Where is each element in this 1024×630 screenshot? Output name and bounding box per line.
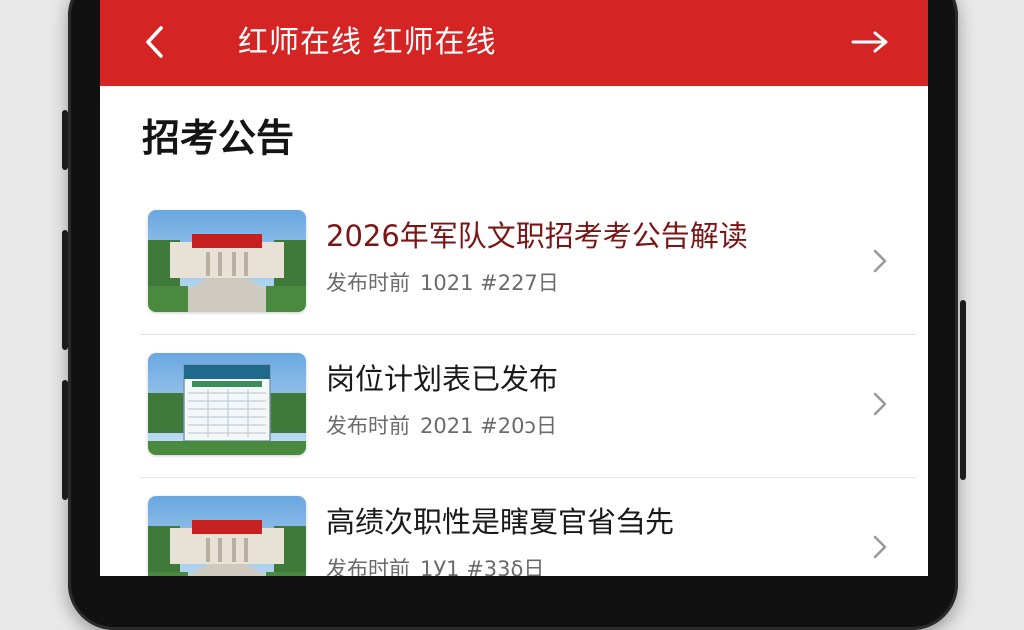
chevron-right-icon — [873, 249, 887, 273]
date-label: 发布时前 — [326, 557, 410, 576]
back-button[interactable] — [134, 22, 174, 62]
forward-button[interactable] — [846, 22, 894, 62]
announcement-list: 2026年军队文职招考考公告解读 发布时前 1021 #227日 岗位计划表已发… — [100, 192, 928, 576]
list-item[interactable]: 高绩次职性是瞎夏官省刍先 发布时前 1У1 #33δ日 — [100, 478, 928, 576]
app-screen: 红师在线 红师在线 招考公告 2026年军队文职招考考公告解读 发布时前 102… — [100, 0, 928, 576]
date-label: 发布时前 — [326, 271, 410, 295]
chevron-right-icon — [873, 392, 887, 416]
item-date: 发布时前 1У1 #33δ日 — [326, 554, 544, 576]
item-title: 2026年军队文职招考考公告解读 — [326, 219, 748, 253]
item-date: 发布时前 2021 #20ɔ日 — [326, 411, 557, 441]
thumbnail-image — [148, 210, 306, 312]
thumbnail-image — [148, 496, 306, 576]
phone-power-button — [960, 300, 966, 480]
list-item[interactable]: 2026年军队文职招考考公告解读 发布时前 1021 #227日 — [100, 192, 928, 335]
date-value: 1021 #227日 — [420, 271, 559, 295]
item-title: 岗位计划表已发布 — [326, 362, 559, 396]
app-title: 红师在线 红师在线 — [238, 25, 497, 60]
top-bar: 红师在线 红师在线 — [100, 0, 928, 86]
thumbnail-image — [148, 353, 306, 455]
item-date: 发布时前 1021 #227日 — [326, 268, 559, 298]
item-title: 高绩次职性是瞎夏官省刍先 — [326, 505, 675, 539]
arrow-right-icon — [851, 31, 888, 53]
date-label: 发布时前 — [326, 414, 410, 438]
phone-side-button — [62, 230, 68, 350]
chevron-right-icon — [873, 535, 887, 559]
phone-side-button — [62, 380, 68, 500]
chevron-left-icon — [146, 26, 163, 58]
date-value: 1У1 #33δ日 — [420, 557, 545, 576]
list-item[interactable]: 岗位计划表已发布 发布时前 2021 #20ɔ日 — [100, 335, 928, 478]
phone-side-button — [62, 110, 68, 170]
date-value: 2021 #20ɔ日 — [420, 414, 557, 438]
section-title: 招考公告 — [142, 116, 295, 160]
